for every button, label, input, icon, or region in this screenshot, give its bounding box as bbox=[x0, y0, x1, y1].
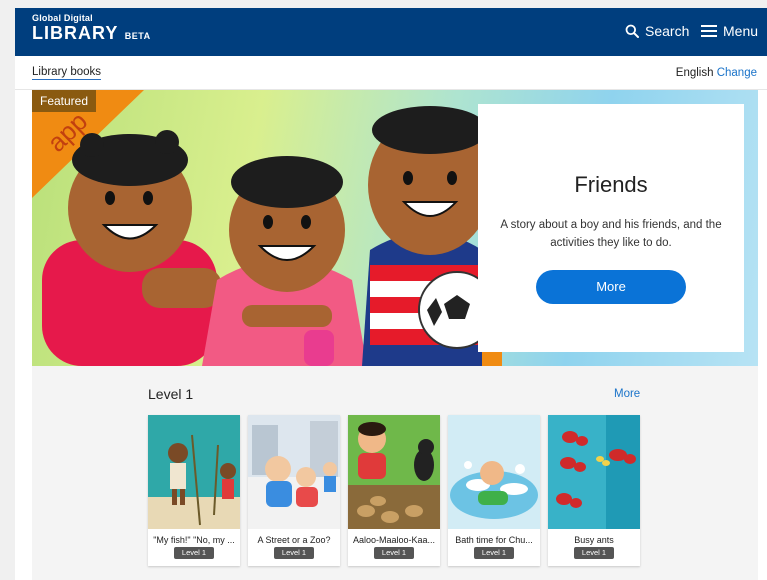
level-1-section: Level 1 More "My fish!" "No, my ... Leve… bbox=[32, 366, 758, 580]
book-cover bbox=[148, 415, 240, 529]
featured-more-button[interactable]: More bbox=[536, 270, 686, 304]
app-window: Global Digital LIBRARY BETA Search Menu … bbox=[15, 8, 767, 580]
book-level-badge: Level 1 bbox=[174, 547, 214, 559]
site-logo[interactable]: Global Digital LIBRARY BETA bbox=[32, 14, 151, 43]
book-cover bbox=[548, 415, 640, 529]
featured-hero: app Featured Friends A story about a boy… bbox=[32, 90, 758, 366]
search-label: Search bbox=[645, 23, 690, 39]
menu-button[interactable]: Menu bbox=[701, 20, 758, 42]
hamburger-menu-icon bbox=[701, 25, 717, 37]
search-button[interactable]: Search bbox=[625, 20, 689, 42]
top-navbar: Global Digital LIBRARY BETA Search Menu bbox=[15, 8, 767, 56]
current-language: English bbox=[675, 67, 714, 79]
book-level-badge: Level 1 bbox=[574, 547, 614, 559]
language-selector: English Change bbox=[676, 67, 757, 79]
featured-tag: Featured bbox=[32, 90, 97, 112]
book-cover bbox=[248, 415, 340, 529]
book-card[interactable]: "My fish!" "No, my ... Level 1 bbox=[148, 415, 240, 566]
menu-label: Menu bbox=[723, 23, 759, 39]
book-title: A Street or a Zoo? bbox=[257, 535, 331, 545]
featured-card: Friends A story about a boy and his frie… bbox=[478, 104, 744, 352]
logo-subtitle: Global Digital bbox=[32, 13, 93, 23]
book-level-badge: Level 1 bbox=[474, 547, 514, 559]
book-title: Busy ants bbox=[574, 535, 614, 545]
sub-navbar: Library books English Change bbox=[15, 56, 767, 90]
book-title: "My fish!" "No, my ... bbox=[153, 535, 235, 545]
featured-description: A story about a boy and his friends, and… bbox=[500, 219, 722, 249]
book-card[interactable]: Bath time for Chu... Level 1 bbox=[448, 415, 540, 566]
level-more-link[interactable]: More bbox=[614, 388, 640, 400]
level-section-title: Level 1 bbox=[148, 386, 194, 402]
book-card[interactable]: Aaloo-Maaloo-Kaa... Level 1 bbox=[348, 415, 440, 566]
book-card[interactable]: Busy ants Level 1 bbox=[548, 415, 640, 566]
logo-beta-badge: BETA bbox=[124, 31, 151, 41]
search-icon bbox=[625, 24, 639, 38]
book-level-badge: Level 1 bbox=[374, 547, 414, 559]
book-card[interactable]: A Street or a Zoo? Level 1 bbox=[248, 415, 340, 566]
book-cover bbox=[448, 415, 540, 529]
featured-title: Friends bbox=[574, 172, 648, 197]
logo-title: LIBRARY bbox=[32, 23, 119, 43]
book-title: Bath time for Chu... bbox=[455, 535, 533, 545]
book-list: "My fish!" "No, my ... Level 1 A Street … bbox=[148, 415, 640, 566]
book-level-badge: Level 1 bbox=[274, 547, 314, 559]
book-title: Aaloo-Maaloo-Kaa... bbox=[352, 535, 436, 545]
breadcrumb-library-books[interactable]: Library books bbox=[32, 66, 102, 80]
book-cover bbox=[348, 415, 440, 529]
change-language-link[interactable]: Change bbox=[717, 67, 757, 79]
